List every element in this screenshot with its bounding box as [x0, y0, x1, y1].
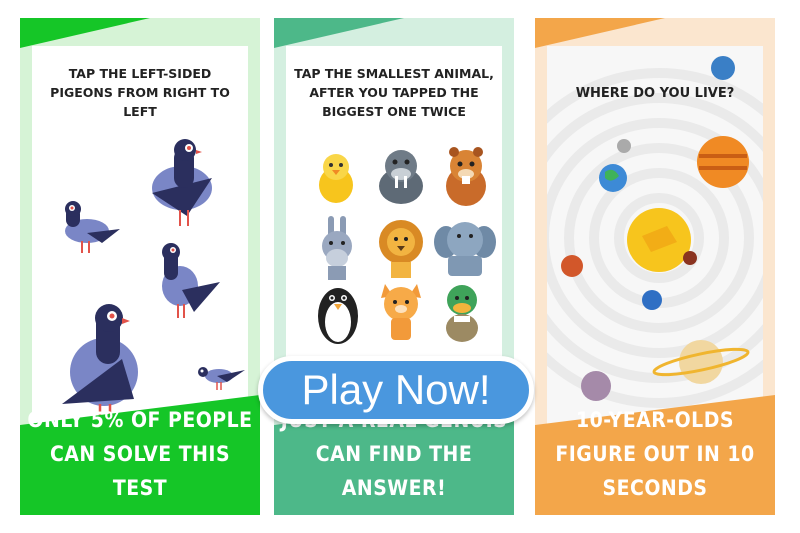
planet-puzzle-panel[interactable]: WHERE DO YOU LIVE? 10-YEAR-OLDS FIGURE O…	[535, 18, 775, 515]
donkey-icon	[322, 216, 352, 280]
puzzle-card: TAP THE LEFT-SIDED PIGEONS FROM RIGHT TO…	[32, 46, 248, 425]
penguin-icon	[318, 288, 358, 344]
caption-text: 10-YEAR-OLDS FIGURE OUT IN 10 SECONDS	[555, 408, 755, 500]
neptune-icon	[711, 56, 735, 80]
chick-icon	[319, 154, 353, 203]
pigeon-icon	[152, 139, 212, 226]
elephant-icon	[434, 222, 496, 276]
pigeon-puzzle-panel[interactable]: TAP THE LEFT-SIDED PIGEONS FROM RIGHT TO…	[20, 18, 260, 515]
pigeon-icon	[162, 243, 220, 318]
venus-icon	[683, 251, 697, 265]
play-now-button[interactable]: Play Now!	[258, 356, 534, 424]
walrus-icon	[379, 150, 423, 204]
pigeons-illustration	[62, 139, 245, 424]
lion-icon	[379, 220, 423, 278]
cat-icon	[381, 284, 421, 340]
uranus-icon	[642, 290, 662, 310]
puzzle-title: WHERE DO YOU LIVE?	[575, 86, 735, 101]
jupiter-icon	[697, 136, 749, 188]
puzzle-card: WHERE DO YOU LIVE?	[547, 46, 763, 425]
mars-icon	[561, 255, 583, 277]
duck-icon	[446, 285, 478, 342]
pigeon-icon	[198, 367, 245, 390]
pigeon-icon	[65, 201, 120, 253]
saturn-icon	[679, 340, 723, 384]
caption-text: ONLY 5% OF PEOPLE CAN SOLVE THIS TEST	[27, 408, 253, 500]
animal-puzzle-panel[interactable]: TAP THE SMALLEST ANIMAL, AFTER YOU TAPPE…	[274, 18, 514, 515]
mercury-icon	[617, 139, 631, 153]
beaver-icon	[446, 147, 486, 206]
